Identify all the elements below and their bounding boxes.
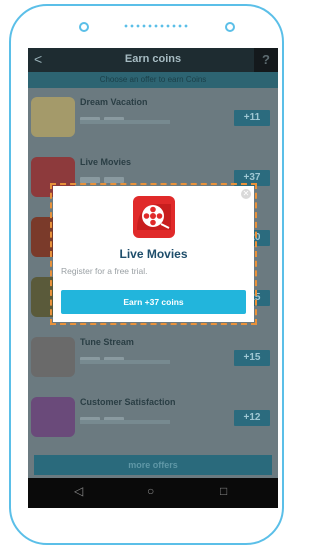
offer-name: Live Movies xyxy=(80,157,132,167)
offer-name: Dream Vacation xyxy=(80,97,148,107)
more-offers-button[interactable]: more offers xyxy=(34,455,272,475)
film-reel-icon xyxy=(133,196,175,238)
offer-thumbnail xyxy=(31,97,75,137)
close-icon[interactable]: ✕ xyxy=(241,189,251,199)
android-nav-bar: ◁ ○ □ xyxy=(28,478,278,508)
top-bar: < Earn coins ? xyxy=(28,48,278,72)
nav-back-icon[interactable]: ◁ xyxy=(74,484,83,498)
offer-reward-button[interactable]: +15 xyxy=(234,350,270,366)
offer-reward-button[interactable]: +11 xyxy=(234,110,270,126)
offer-reward-button[interactable]: +12 xyxy=(234,410,270,426)
page-title: Earn coins xyxy=(124,53,182,65)
help-button[interactable]: ? xyxy=(254,48,278,72)
offer-row[interactable]: Dream Vacation +11 xyxy=(28,88,278,148)
speaker-grille xyxy=(123,24,189,28)
nav-recents-icon[interactable]: □ xyxy=(220,484,227,498)
instruction-bar: Choose an offer to earn Coins xyxy=(28,72,278,88)
dialog-description: Register for a free trial. xyxy=(61,266,148,276)
offer-name: Customer Satisfaction xyxy=(80,397,176,407)
nav-home-icon[interactable]: ○ xyxy=(147,484,154,498)
dialog-title: Live Movies xyxy=(119,247,188,261)
offer-thumbnail xyxy=(31,397,75,437)
camera-icon xyxy=(225,22,235,32)
offer-thumbnail xyxy=(31,337,75,377)
offer-dialog: ✕ Live Movies Register for a free trial.… xyxy=(53,186,254,322)
sensor-icon xyxy=(79,22,89,32)
offer-row[interactable]: Customer Satisfaction +12 xyxy=(28,388,278,448)
offer-name: Tune Stream xyxy=(80,337,134,347)
offer-row[interactable]: Tune Stream +15 xyxy=(28,328,278,388)
earn-coins-button[interactable]: Earn +37 coins xyxy=(61,290,246,314)
